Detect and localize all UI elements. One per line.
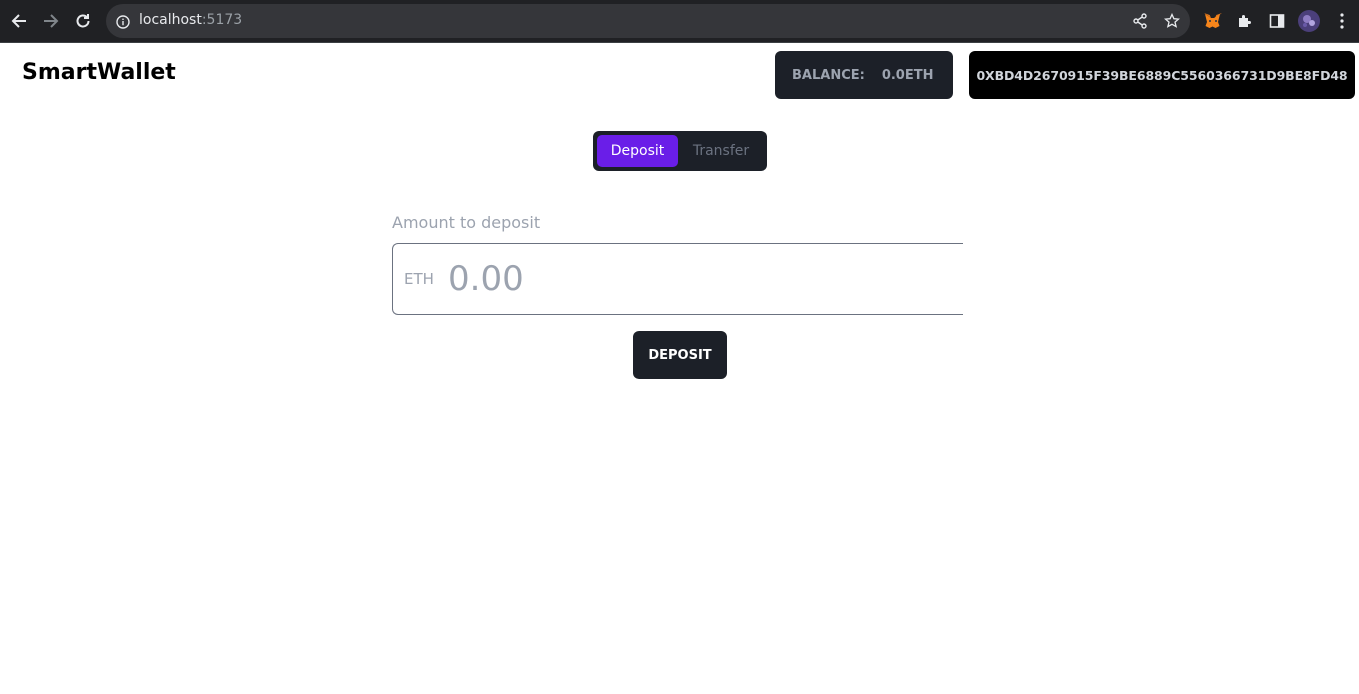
metamask-fox-icon[interactable] — [1203, 11, 1223, 31]
amount-field: ETH — [392, 243, 963, 315]
mode-tabs: Deposit Transfer — [593, 131, 767, 171]
back-icon[interactable] — [7, 8, 31, 34]
kebab-menu-icon[interactable] — [1332, 11, 1352, 31]
browser-toolbar: localhost:5173 — [0, 0, 1359, 43]
url-host: localhost — [139, 12, 202, 28]
amount-label: Amount to deposit — [392, 213, 541, 232]
forward-icon[interactable] — [39, 8, 63, 34]
balance-label: BALANCE: — [792, 67, 865, 83]
balance-badge: BALANCE: 0.0ETH — [775, 51, 953, 99]
toolbar-divider — [0, 42, 1359, 43]
deposit-button[interactable]: DEPOSIT — [633, 331, 727, 379]
url-text: localhost:5173 — [139, 12, 242, 28]
brand-logo-text: SmartWallet — [22, 60, 176, 85]
puzzle-extensions-icon[interactable] — [1235, 11, 1255, 31]
wallet-address-button[interactable]: 0XBD4D2670915F39BE6889C5560366731D9BE8FD… — [969, 51, 1355, 99]
side-panel-icon[interactable] — [1267, 11, 1287, 31]
address-bar[interactable]: localhost:5173 — [106, 4, 1190, 38]
info-icon[interactable] — [116, 14, 130, 29]
tab-deposit[interactable]: Deposit — [597, 135, 678, 167]
share-icon[interactable] — [1132, 13, 1148, 29]
url-port: :5173 — [201, 12, 243, 28]
tab-transfer[interactable]: Transfer — [681, 135, 761, 167]
currency-prefix: ETH — [404, 270, 434, 288]
star-icon[interactable] — [1163, 12, 1181, 29]
amount-input[interactable] — [448, 258, 948, 300]
profile-avatar[interactable] — [1298, 10, 1320, 32]
balance-value: 0.0ETH — [881, 67, 934, 83]
reload-icon[interactable] — [71, 8, 95, 34]
